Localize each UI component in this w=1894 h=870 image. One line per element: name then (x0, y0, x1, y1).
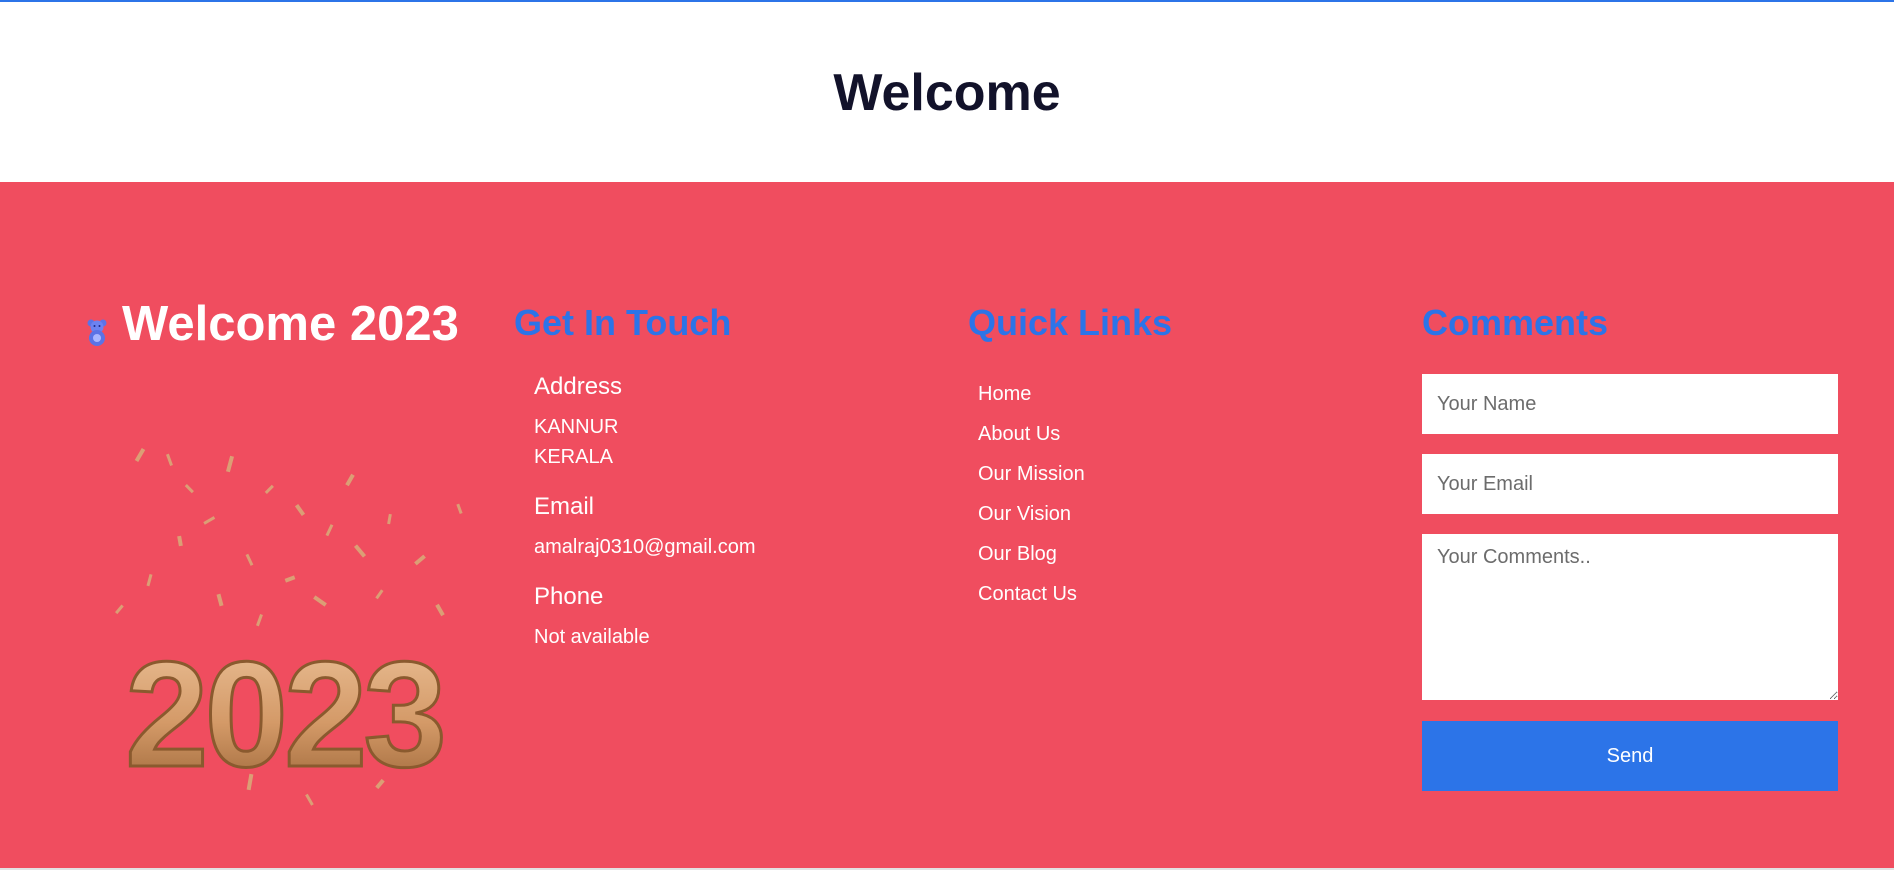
year-art-text: 2023 (125, 630, 443, 798)
quick-link-our-blog[interactable]: Our Blog (978, 534, 1085, 574)
contact-details: Address KANNUR KERALA Email amalraj0310@… (534, 372, 756, 672)
phone-block: Phone Not available (534, 582, 756, 652)
teddy-bear-icon (86, 317, 108, 347)
send-button[interactable]: Send (1422, 721, 1838, 791)
quick-links-list: Home About Us Our Mission Our Vision Our… (978, 374, 1085, 614)
page-header: Welcome (0, 2, 1894, 182)
brand: Welcome 2023 (86, 296, 459, 352)
quick-links-heading: Quick Links (968, 302, 1173, 343)
phone-value: Not available (534, 626, 650, 648)
year-2023-image: 2023 (115, 447, 463, 806)
email-value: amalraj0310@gmail.com (534, 536, 756, 558)
site-footer: Welcome 2023 2023 Get In Touch Address K… (0, 182, 1894, 868)
get-in-touch-heading: Get In Touch (514, 302, 732, 343)
quick-link-contact-us[interactable]: Contact Us (978, 574, 1085, 614)
quick-link-our-mission[interactable]: Our Mission (978, 454, 1085, 494)
email-block: Email amalraj0310@gmail.com (534, 492, 756, 562)
phone-label: Phone (534, 583, 604, 610)
quick-link-home[interactable]: Home (978, 374, 1085, 414)
page-title: Welcome (833, 64, 1061, 122)
quick-link-our-vision[interactable]: Our Vision (978, 494, 1085, 534)
email-label: Email (534, 493, 595, 520)
address-label: Address (534, 373, 623, 400)
address-block: Address KANNUR KERALA (534, 372, 756, 472)
email-field[interactable] (1422, 454, 1838, 514)
name-field[interactable] (1422, 374, 1838, 434)
address-line: KANNUR (534, 416, 619, 438)
comments-heading: Comments (1422, 302, 1609, 343)
comments-field[interactable] (1422, 534, 1838, 700)
quick-link-about-us[interactable]: About Us (978, 414, 1085, 454)
address-line: KERALA (534, 446, 613, 468)
brand-title: Welcome 2023 (122, 297, 459, 351)
